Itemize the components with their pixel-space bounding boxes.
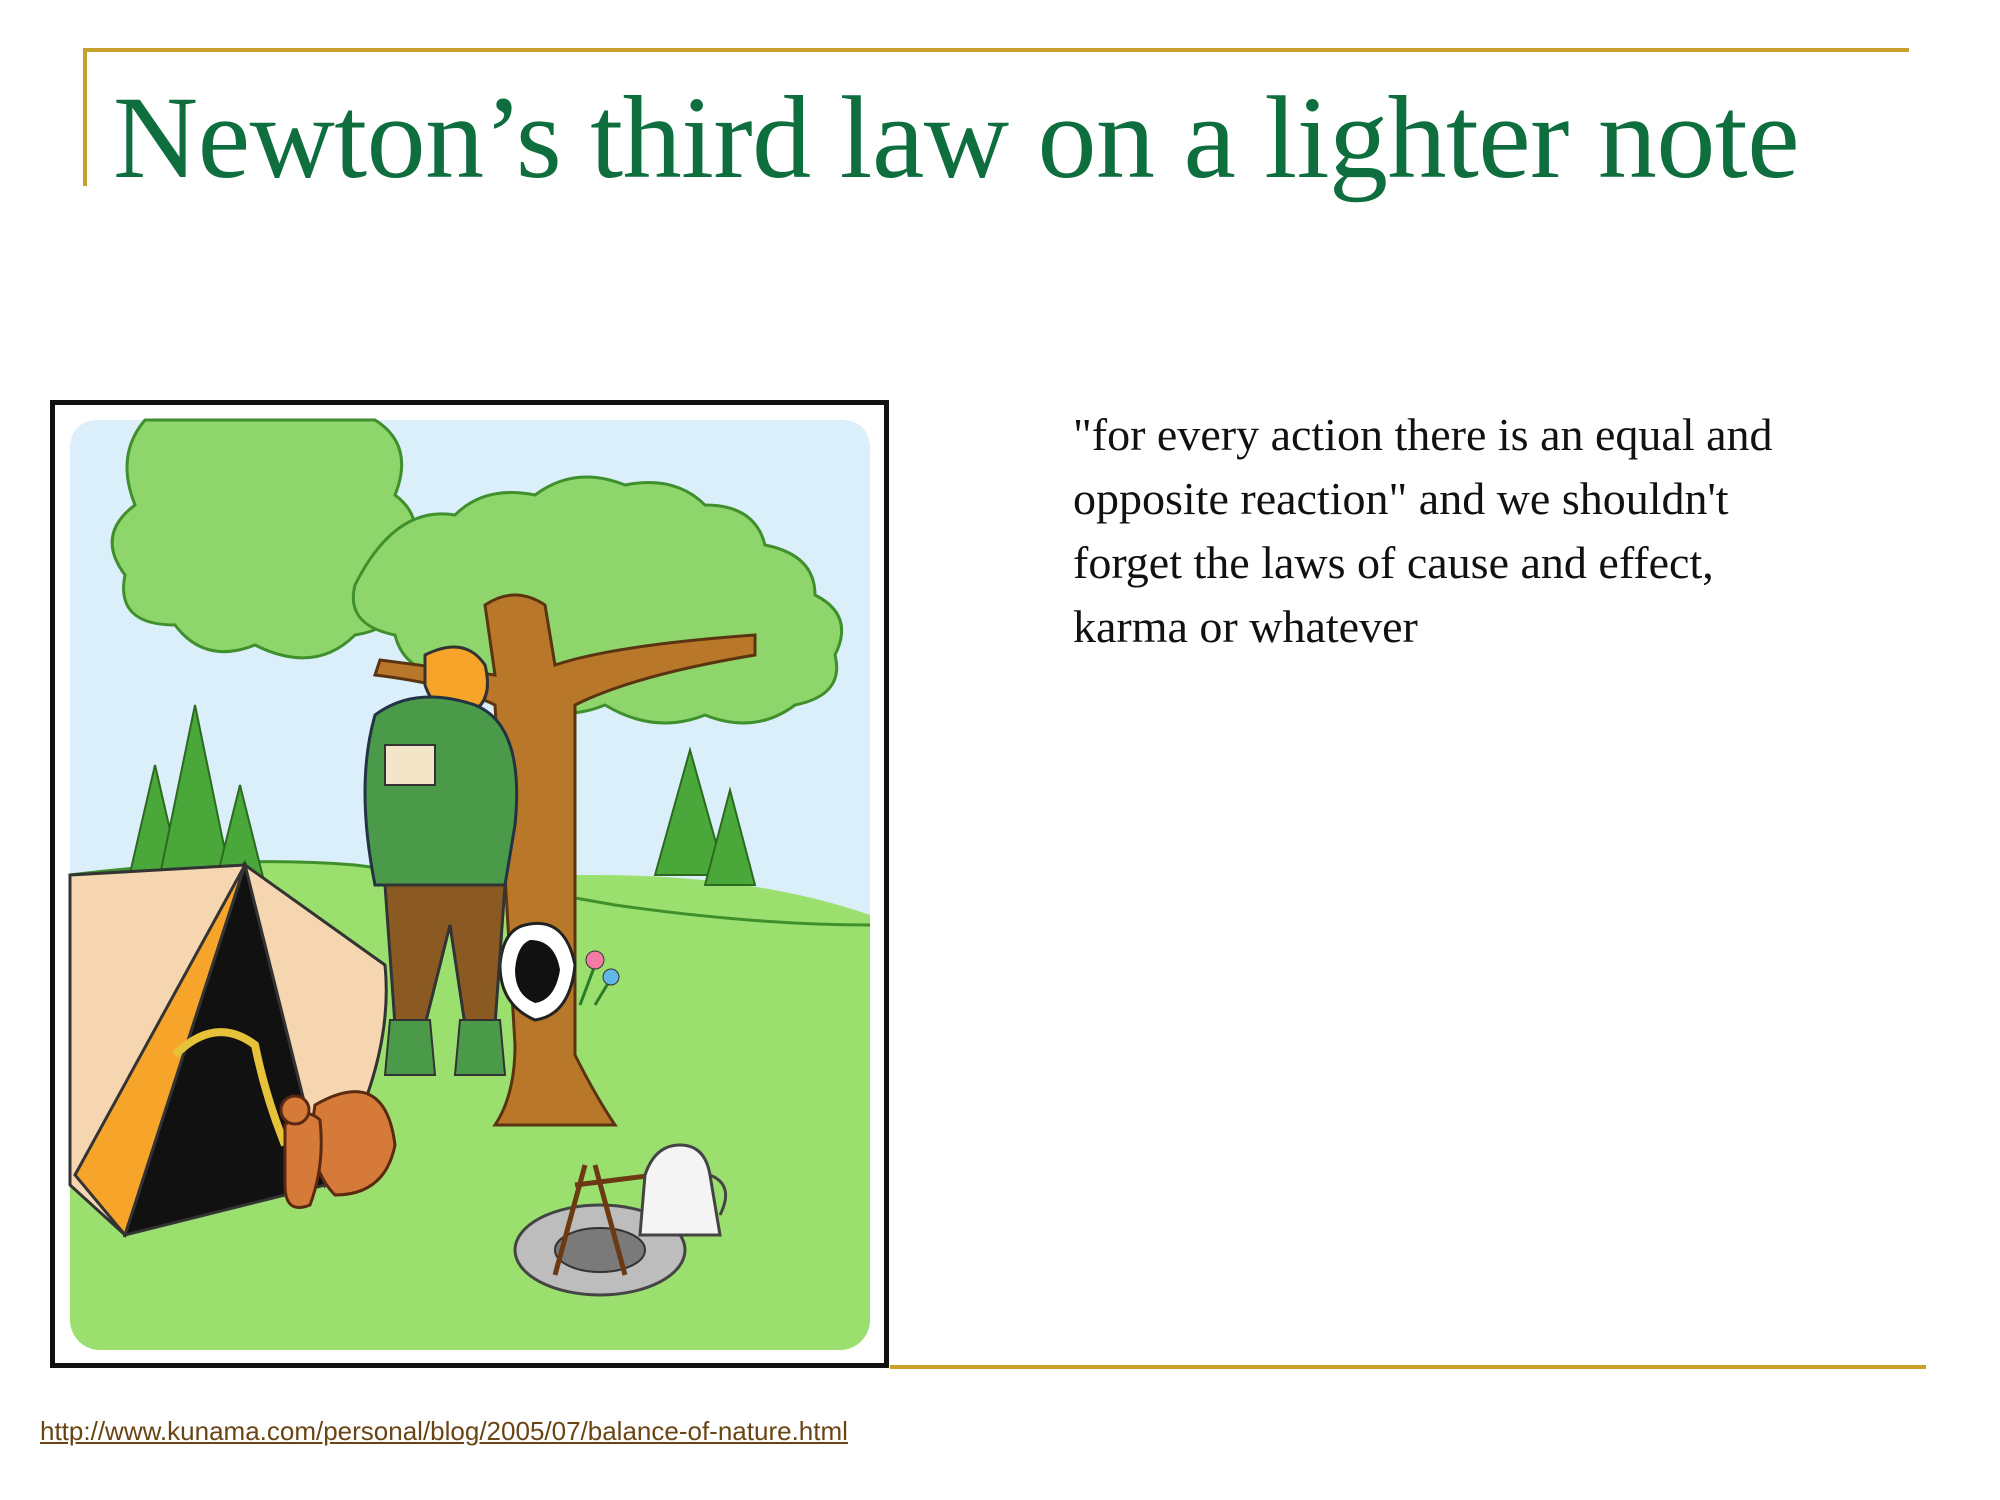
- cartoon-image: [50, 400, 889, 1368]
- title-left-rule: [83, 48, 87, 186]
- bottom-rule: [890, 1365, 1926, 1369]
- quote-text: "for every action there is an equal and …: [1073, 409, 1773, 652]
- source-link[interactable]: http://www.kunama.com/personal/blog/2005…: [40, 1416, 848, 1447]
- slide: Newton’s third law on a lighter note "fo…: [0, 0, 2000, 1500]
- slide-title: Newton’s third law on a lighter note: [113, 72, 1800, 203]
- top-rule: [83, 48, 1909, 52]
